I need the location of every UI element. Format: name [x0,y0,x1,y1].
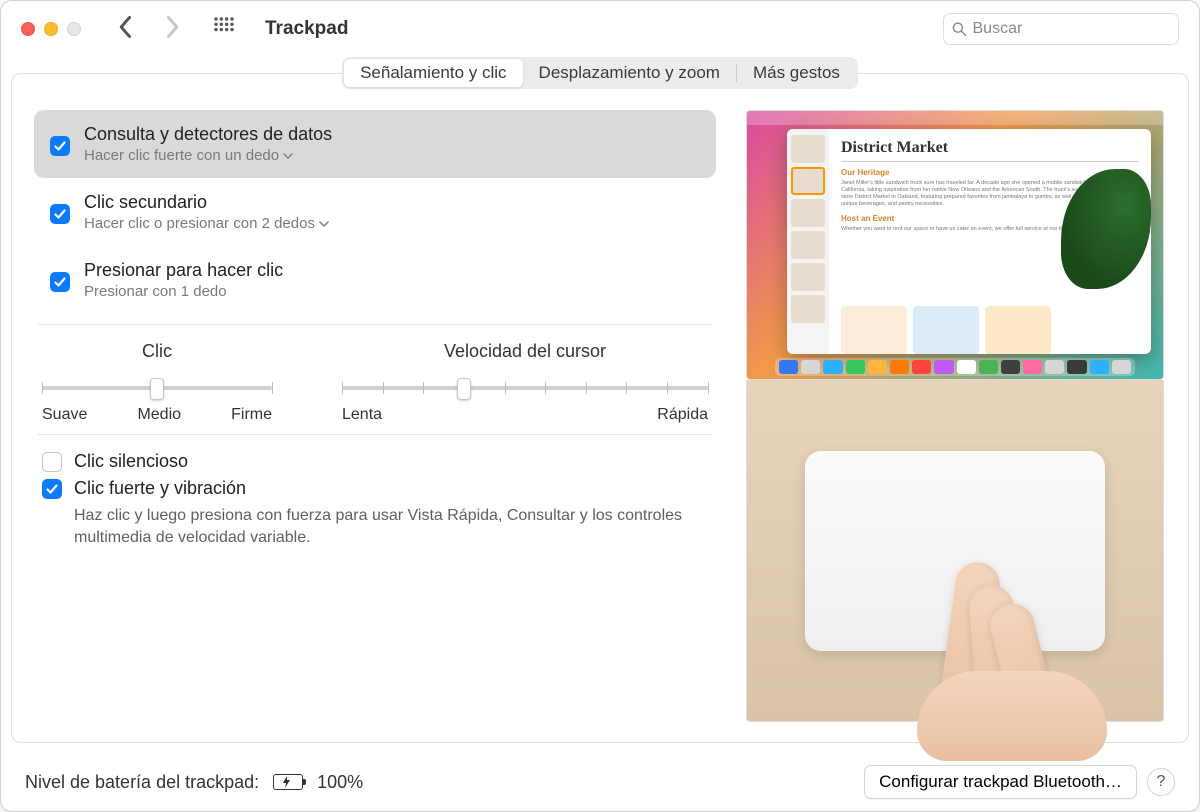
preferences-window: Trackpad Señalamiento y clic Desplazamie… [0,0,1200,812]
slider-knob[interactable] [150,378,164,400]
checkbox-lookup[interactable] [50,136,70,156]
help-button[interactable]: ? [1147,768,1175,796]
chevron-right-icon [163,15,181,39]
tab-label: Señalamiento y clic [360,63,506,83]
option-silent-click[interactable]: Clic silencioso [42,451,708,472]
close-window-button[interactable] [21,22,35,36]
option-title: Consulta y detectores de datos [84,124,332,145]
checkmark-icon [53,139,67,153]
checkmark-icon [45,482,59,496]
back-button[interactable] [117,15,135,44]
checkbox-force[interactable] [42,479,62,499]
window-controls [21,22,81,36]
divider [38,434,712,435]
search-icon [952,21,967,37]
hand-icon [947,561,1097,731]
titlebar: Trackpad [1,1,1199,57]
option-force-click[interactable]: Clic fuerte y vibración [42,478,708,499]
tab-label: Desplazamiento y zoom [539,63,720,83]
checkmark-icon [53,207,67,221]
option-label: Clic silencioso [74,451,188,472]
search-input[interactable] [973,20,1171,38]
settings-pane: Consulta y detectores de datos Hacer cli… [11,73,1189,743]
tracking-speed-slider[interactable] [342,374,708,402]
option-subtitle-text: Hacer clic fuerte con un dedo [84,147,279,164]
option-subtitle-text: Hacer clic o presionar con 2 dedos [84,215,315,232]
option-label: Clic fuerte y vibración [74,478,246,499]
slider-title: Clic [142,341,172,362]
slider-labels: Suave Medio Firme [42,406,272,424]
option-subtitle-dropdown[interactable]: Hacer clic o presionar con 2 dedos [84,215,329,232]
window-title: Trackpad [265,18,348,40]
tracking-speed-slider-group: Velocidad del cursor Lenta Rápida [342,341,708,424]
slider-labels: Lenta Rápida [342,406,708,424]
footer: Nivel de batería del trackpad: 100% Conf… [1,753,1199,811]
chevron-down-icon [283,151,293,161]
checkbox-tap[interactable] [50,272,70,292]
click-slider-group: Clic Suave Medio Firme [42,341,272,424]
minimize-window-button[interactable] [44,22,58,36]
option-tap-to-click[interactable]: Presionar para hacer clic Presionar con … [34,246,716,314]
chevron-down-icon [319,219,329,229]
checkmark-icon [53,275,67,289]
sliders-row: Clic Suave Medio Firme Vel [34,341,716,424]
option-secondary-click[interactable]: Clic secundario Hacer clic o presionar c… [34,178,716,246]
zoom-window-button [67,22,81,36]
checkbox-secondary[interactable] [50,204,70,224]
button-label: Configurar trackpad Bluetooth… [879,772,1122,791]
tab-more-gestures[interactable]: Más gestos [737,59,856,87]
option-description: Haz clic y luego presiona con fuerza par… [74,505,708,548]
tab-label: Más gestos [753,63,840,83]
preview-doc-title: District Market [841,139,1139,162]
option-lookup-data-detectors[interactable]: Consulta y detectores de datos Hacer cli… [34,110,716,178]
battery-label: Nivel de batería del trackpad: [25,772,259,793]
checkbox-silent[interactable] [42,452,62,472]
battery-percentage: 100% [317,772,363,793]
tab-bar: Señalamiento y clic Desplazamiento y zoo… [342,57,858,89]
configure-bluetooth-button[interactable]: Configurar trackpad Bluetooth… [864,765,1137,799]
slider-title: Velocidad del cursor [444,341,606,362]
option-subtitle-dropdown[interactable]: Hacer clic fuerte con un dedo [84,147,332,164]
show-all-button[interactable] [213,16,257,43]
option-title: Presionar para hacer clic [84,260,283,281]
chevron-left-icon [117,15,135,39]
option-subtitle: Presionar con 1 dedo [84,283,283,300]
tab-point-click[interactable]: Señalamiento y clic [344,59,522,87]
charging-bolt-icon [280,776,294,788]
gesture-preview-trackpad [746,380,1164,722]
left-column: Consulta y detectores de datos Hacer cli… [34,110,716,722]
slider-knob[interactable] [457,378,471,400]
battery-icon [273,774,303,790]
gesture-preview-screen: District Market Our Heritage Janet Mille… [746,110,1164,380]
option-title: Clic secundario [84,192,329,213]
divider [38,324,712,325]
right-column: District Market Our Heritage Janet Mille… [746,110,1164,722]
nav-arrows [117,15,181,44]
search-field[interactable] [943,13,1179,45]
click-slider[interactable] [42,374,272,402]
bottom-options: Clic silencioso Clic fuerte y vibración … [34,451,716,548]
forward-button [163,15,181,44]
tab-scroll-zoom[interactable]: Desplazamiento y zoom [523,59,736,87]
grid-icon [213,16,235,38]
